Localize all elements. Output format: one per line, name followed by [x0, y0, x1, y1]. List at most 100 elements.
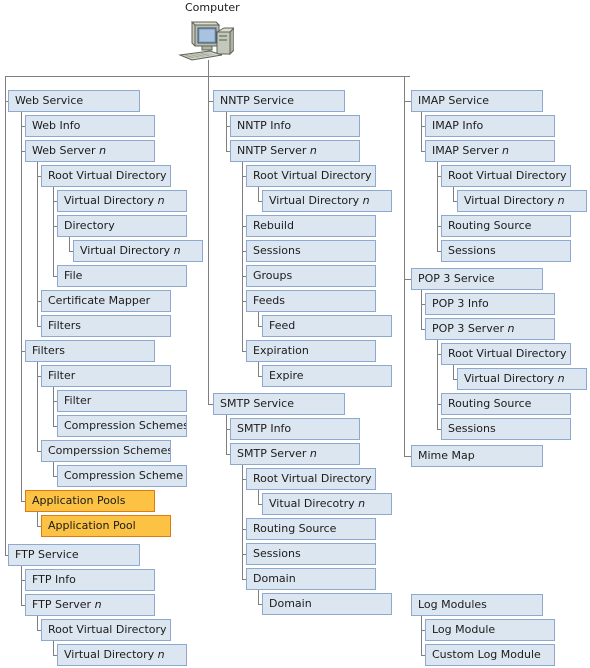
node-label-variable: n	[557, 194, 565, 207]
node-label: SMTP Service	[220, 397, 294, 410]
node-web-server-filters[interactable]: Filters	[41, 315, 171, 337]
node-label: POP 3 Info	[432, 297, 489, 310]
node-nntp-sessions[interactable]: Sessions	[246, 240, 376, 262]
node-nntp-feed[interactable]: Feed	[262, 315, 392, 337]
node-ftp-virtual-directory-n[interactable]: Virtual Directory n	[57, 644, 187, 666]
connector-mid-trunk	[208, 76, 209, 404]
node-smtp-server-n[interactable]: SMTP Server n	[230, 443, 360, 465]
node-filter[interactable]: Filter	[41, 365, 171, 387]
node-nntp-server-n[interactable]: NNTP Server n	[230, 140, 360, 162]
node-imap-sessions[interactable]: Sessions	[441, 240, 571, 262]
node-nntp-rebuild[interactable]: Rebuild	[246, 215, 376, 237]
node-pop3-root-virtual-directory[interactable]: Root Virtual Directory	[441, 343, 571, 365]
node-web-virtual-directory-n[interactable]: Virtual Directory n	[57, 190, 187, 212]
node-label: Certificate Mapper	[48, 294, 151, 307]
node-pop3-virtual-directory-n[interactable]: Virtual Directory n	[457, 368, 587, 390]
node-label: Application Pool	[48, 519, 136, 532]
node-label: Directory	[64, 219, 115, 232]
node-label: File	[64, 269, 83, 282]
node-nntp-groups[interactable]: Groups	[246, 265, 376, 287]
node-ftp-info[interactable]: FTP Info	[25, 569, 155, 591]
node-imap-root-virtual-directory[interactable]: Root Virtual Directory	[441, 165, 571, 187]
node-application-pools[interactable]: Application Pools	[25, 490, 155, 512]
node-ftp-server-n[interactable]: FTP Server n	[25, 594, 155, 616]
node-web-directory-virtual-directory-n[interactable]: Virtual Directory n	[73, 240, 203, 262]
node-label: NNTP Info	[237, 119, 292, 132]
node-label: Expire	[269, 369, 304, 382]
node-web-file[interactable]: File	[57, 265, 187, 287]
node-comperssion-schemes[interactable]: Comperssion Schemes	[41, 440, 171, 462]
node-web-service[interactable]: Web Service	[8, 90, 140, 112]
node-smtp-root-virtual-directory[interactable]: Root Virtual Directory	[246, 468, 376, 490]
node-imap-routing-source[interactable]: Routing Source	[441, 215, 571, 237]
node-ftp-service[interactable]: FTP Service	[8, 544, 140, 566]
node-label: Sessions	[253, 547, 301, 560]
node-label: Log Modules	[418, 598, 487, 611]
node-filters[interactable]: Filters	[25, 340, 155, 362]
node-label: Virtual Directory	[269, 194, 363, 207]
node-filter-filter[interactable]: Filter	[57, 390, 187, 412]
node-compression-scheme[interactable]: Compression Scheme	[57, 465, 187, 487]
node-pop3-server-n[interactable]: POP 3 Server n	[425, 318, 555, 340]
node-web-info[interactable]: Web Info	[25, 115, 155, 137]
node-label: Log Module	[432, 623, 496, 636]
node-label: Root Virtual Directory	[448, 347, 567, 360]
node-web-directory[interactable]: Directory	[57, 215, 187, 237]
node-smtp-sessions[interactable]: Sessions	[246, 543, 376, 565]
node-pop3-service[interactable]: POP 3 Service	[411, 268, 543, 290]
node-smtp-domain-child[interactable]: Domain	[262, 593, 392, 615]
node-log-module[interactable]: Log Module	[425, 619, 555, 641]
node-certificate-mapper[interactable]: Certificate Mapper	[41, 290, 171, 312]
node-label: Root Virtual Directory	[253, 169, 372, 182]
node-nntp-virtual-directory-n[interactable]: Virtual Directory n	[262, 190, 392, 212]
node-nntp-expiration[interactable]: Expiration	[246, 340, 376, 362]
node-label-variable: n	[157, 648, 165, 661]
node-pop3-sessions[interactable]: Sessions	[441, 418, 571, 440]
node-label: Virtual Directory	[64, 648, 158, 661]
node-imap-server-n[interactable]: IMAP Server n	[425, 140, 555, 162]
node-nntp-info[interactable]: NNTP Info	[230, 115, 360, 137]
node-application-pool[interactable]: Application Pool	[41, 515, 171, 537]
node-pop3-routing-source[interactable]: Routing Source	[441, 393, 571, 415]
node-smtp-routing-source[interactable]: Routing Source	[246, 518, 376, 540]
node-label-variable: n	[157, 194, 165, 207]
node-pop3-info[interactable]: POP 3 Info	[425, 293, 555, 315]
node-smtp-service[interactable]: SMTP Service	[213, 393, 345, 415]
connector-pop3-server-spine	[437, 329, 438, 429]
node-ftp-root-virtual-directory[interactable]: Root Virtual Directory	[41, 619, 171, 641]
node-imap-info[interactable]: IMAP Info	[425, 115, 555, 137]
node-label: Application Pools	[32, 494, 126, 507]
node-nntp-expire[interactable]: Expire	[262, 365, 392, 387]
node-label: NNTP Service	[220, 94, 294, 107]
node-label: SMTP Server	[237, 447, 310, 460]
connector-left-trunk	[5, 76, 6, 556]
root-label: Computer	[185, 1, 240, 14]
node-label-variable: n	[94, 598, 102, 611]
node-nntp-feeds[interactable]: Feeds	[246, 290, 376, 312]
node-log-modules[interactable]: Log Modules	[411, 594, 543, 616]
node-filter-compression-schemes[interactable]: Compression Schemes	[57, 415, 187, 437]
node-smtp-info[interactable]: SMTP Info	[230, 418, 360, 440]
node-web-root-virtual-directory[interactable]: Root Virtual Directory	[41, 165, 171, 187]
node-label: POP 3 Service	[418, 272, 495, 285]
node-label: Root Virtual Directory	[48, 169, 167, 182]
node-custom-log-module[interactable]: Custom Log Module	[425, 644, 555, 666]
node-label: Compression Schemes	[64, 419, 187, 432]
node-nntp-root-virtual-directory[interactable]: Root Virtual Directory	[246, 165, 376, 187]
node-label: Virtual Directory	[464, 372, 558, 385]
node-label: Sessions	[448, 244, 496, 257]
node-label-variable: n	[507, 322, 515, 335]
node-label: Filters	[32, 344, 65, 357]
node-smtp-domain[interactable]: Domain	[246, 568, 376, 590]
node-label: Rebuild	[253, 219, 294, 232]
node-label: Domain	[253, 572, 296, 585]
node-web-server-n[interactable]: Web Server n	[25, 140, 155, 162]
node-label: Compression Scheme	[64, 469, 184, 482]
node-label-variable: n	[309, 447, 317, 460]
node-imap-virtual-directory-n[interactable]: Virtual Directory n	[457, 190, 587, 212]
node-nntp-service[interactable]: NNTP Service	[213, 90, 345, 112]
node-imap-service[interactable]: IMAP Service	[411, 90, 543, 112]
node-smtp-vitual-direcotry-n[interactable]: Vitual Direcotry n	[262, 493, 392, 515]
node-mime-map[interactable]: Mime Map	[411, 445, 543, 467]
node-label: IMAP Info	[432, 119, 484, 132]
